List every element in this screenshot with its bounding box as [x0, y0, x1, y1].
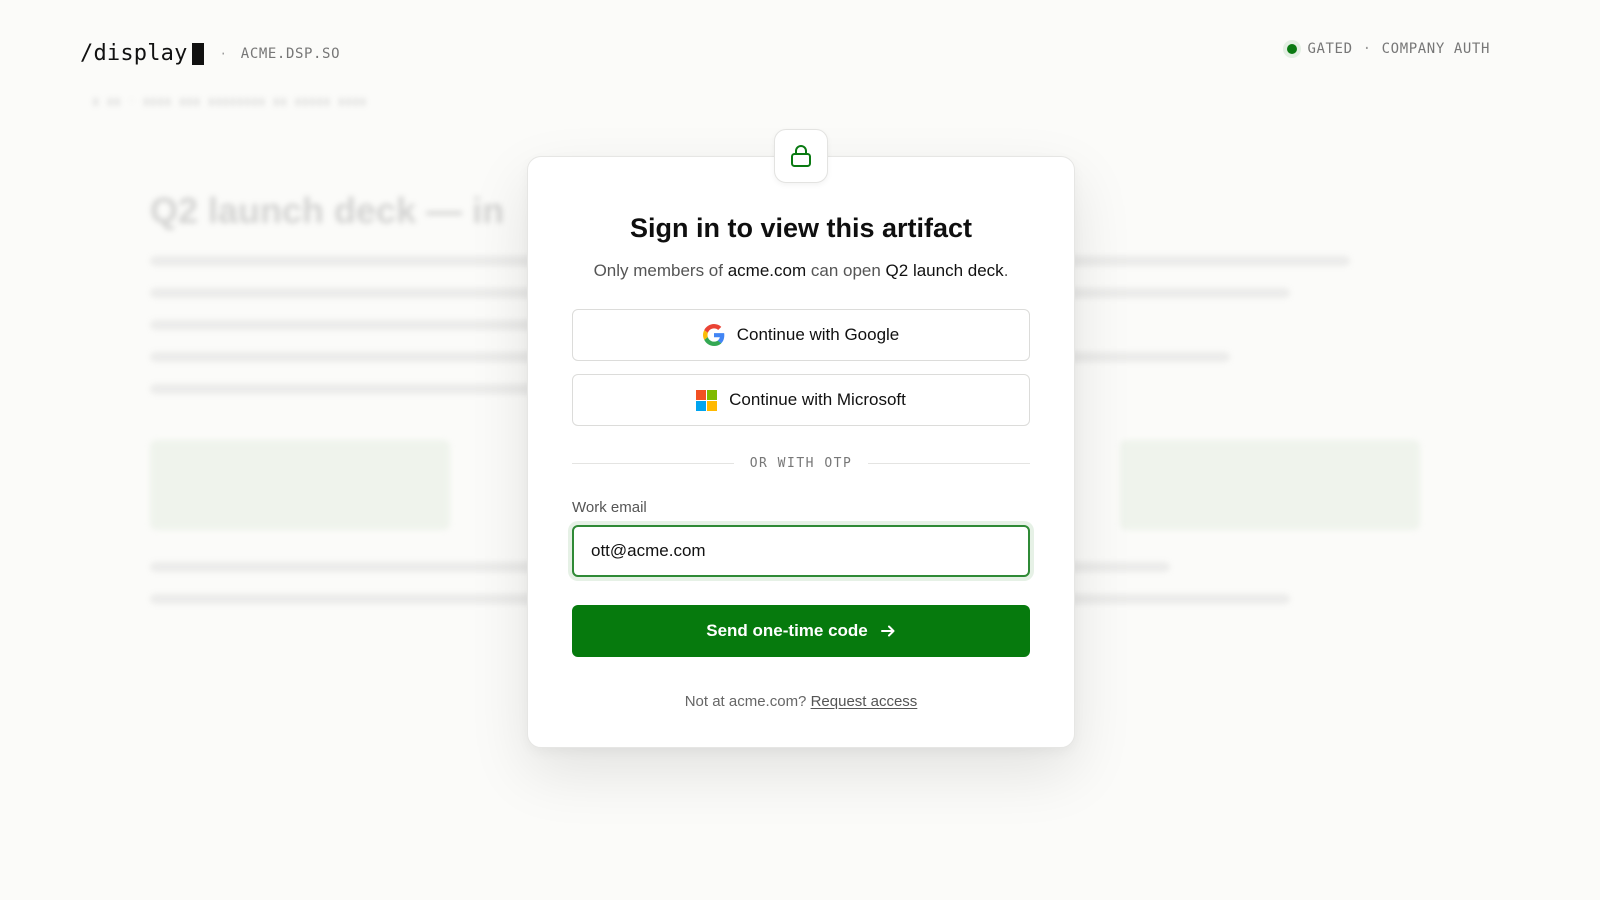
card-footer: Not at acme.com? Request access [528, 693, 1074, 710]
subtitle-org: acme.com [727, 261, 807, 280]
card-subtitle: Only members of acme.com can open Q2 lau… [528, 261, 1074, 281]
gated-status: GATED · COMPANY AUTH [1287, 41, 1490, 57]
top-bar: /display · ACME.DSP.SO GATED · COMPANY A… [0, 0, 1600, 110]
subtitle-artifact: Q2 launch deck [885, 261, 1004, 280]
status-dot-icon [1287, 44, 1298, 54]
microsoft-icon [696, 389, 718, 411]
status-separator: · [1362, 41, 1372, 57]
continue-with-google-button[interactable]: Continue with Google [572, 309, 1030, 361]
send-one-time-code-button[interactable]: Send one-time code [572, 605, 1030, 657]
cursor-block-icon [191, 42, 204, 65]
subtitle-prefix: Only members of [593, 261, 728, 280]
sign-in-card: Sign in to view this artifact Only membe… [527, 129, 1075, 748]
subtitle-middle: can open [806, 261, 886, 280]
send-code-label: Send one-time code [706, 621, 868, 640]
arrow-right-icon [880, 623, 896, 639]
status-mode: COMPANY AUTH [1381, 41, 1490, 57]
footer-prefix: Not at acme.com? [684, 693, 811, 710]
divider-rule-left [572, 462, 734, 464]
brand-separator: · [219, 46, 227, 61]
work-email-input[interactable] [572, 525, 1030, 577]
status-label: GATED [1307, 41, 1353, 57]
subtitle-suffix: . [1003, 261, 1009, 280]
request-access-link[interactable]: Request access [811, 693, 918, 710]
microsoft-button-label: Continue with Microsoft [729, 390, 906, 409]
work-email-label: Work email [572, 499, 647, 516]
google-icon [702, 324, 725, 346]
background-title: Q2 launch deck — in [150, 190, 505, 231]
divider-label: OR WITH OTP [749, 455, 853, 471]
brand-logo: /display [80, 41, 188, 66]
lock-icon [774, 129, 828, 183]
card-title: Sign in to view this artifact [629, 213, 973, 243]
otp-divider: OR WITH OTP [572, 455, 1030, 471]
google-button-label: Continue with Google [736, 325, 900, 344]
divider-rule-right [868, 462, 1030, 464]
brand[interactable]: /display · ACME.DSP.SO [80, 41, 340, 66]
continue-with-microsoft-button[interactable]: Continue with Microsoft [572, 374, 1030, 426]
brand-domain: ACME.DSP.SO [240, 45, 341, 62]
